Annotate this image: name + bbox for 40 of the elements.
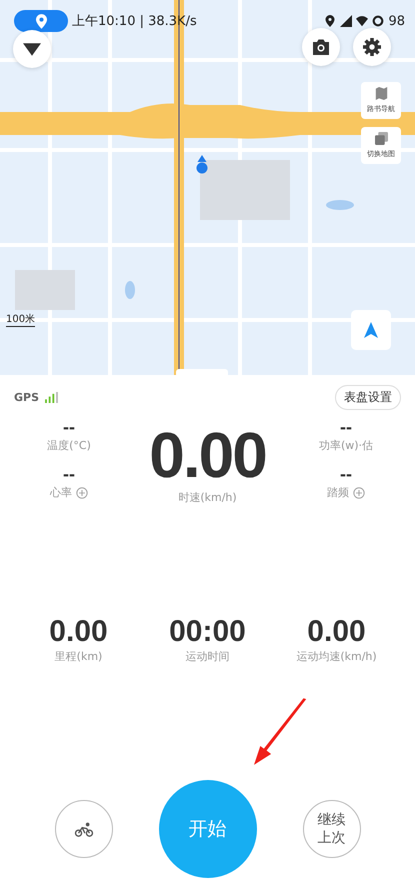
speed-value: 0.00 bbox=[149, 420, 266, 490]
settings-icon bbox=[362, 38, 382, 56]
add-icon[interactable] bbox=[353, 486, 365, 498]
gps-label: GPS bbox=[14, 391, 40, 404]
summary-value: 0.00 bbox=[307, 615, 366, 649]
navigation-arrow-icon bbox=[364, 322, 378, 338]
signal-bars-icon bbox=[45, 392, 58, 403]
locate-button[interactable] bbox=[351, 310, 391, 350]
metric-label: 温度(°C) bbox=[47, 438, 91, 453]
dial-settings-button[interactable]: 表盘设置 bbox=[335, 385, 401, 410]
wifi-icon bbox=[356, 15, 368, 27]
battery-ring-icon bbox=[372, 15, 384, 27]
metric-label: 心率 bbox=[50, 485, 72, 500]
summary-label: 运动时间 bbox=[186, 649, 230, 664]
metric-label: 功率(w)·估 bbox=[318, 438, 374, 453]
add-icon[interactable] bbox=[76, 486, 88, 498]
summary-value: 00:00 bbox=[169, 615, 246, 649]
map-scale: 100米 bbox=[6, 314, 36, 325]
drag-handle[interactable] bbox=[176, 369, 228, 375]
cyclist-icon bbox=[74, 822, 94, 836]
map-book-icon bbox=[374, 87, 388, 100]
summary-label: 里程(km) bbox=[54, 649, 102, 664]
layers-icon bbox=[374, 132, 388, 145]
summary-value: 0.00 bbox=[49, 615, 108, 649]
user-location-icon bbox=[196, 155, 208, 174]
metric-value: -- bbox=[340, 416, 352, 438]
battery-level: 98 bbox=[388, 14, 405, 28]
location-pin-icon bbox=[324, 15, 336, 27]
location-pin-icon bbox=[36, 14, 46, 28]
metric-value: -- bbox=[63, 463, 75, 485]
speed-label: 时速(km/h) bbox=[178, 490, 237, 505]
camera-icon bbox=[311, 38, 331, 56]
metric-value: -- bbox=[63, 416, 75, 438]
resume-last-button[interactable]: 继续上次 bbox=[302, 800, 360, 858]
metric-label: 踏频 bbox=[327, 485, 349, 500]
metric-value: -- bbox=[340, 463, 352, 485]
triangle-down-icon bbox=[23, 42, 41, 56]
annotation-arrow bbox=[254, 697, 308, 767]
summary-label: 运动均速(km/h) bbox=[296, 649, 377, 664]
cell-signal-icon bbox=[340, 15, 352, 27]
